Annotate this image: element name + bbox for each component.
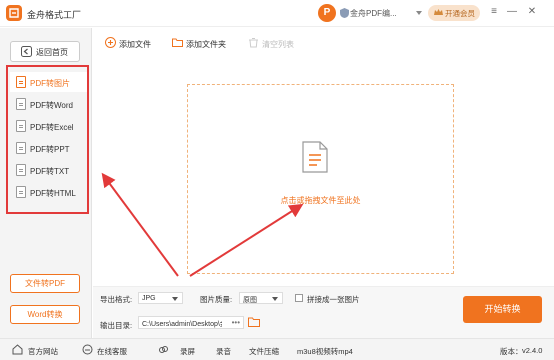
add-file-label: 添加文件 <box>119 40 151 49</box>
close-icon[interactable]: ✕ <box>526 6 538 18</box>
status-bar: 官方网站 在线客服 录屏 录音 文件压缩 m3u8视频转mp4 版本： v2.4… <box>0 338 554 360</box>
quality-label: 图片质量: <box>200 295 233 304</box>
file-drop-zone[interactable]: 点击或拖拽文件至此处 <box>187 84 454 274</box>
chevron-down-icon[interactable] <box>416 11 422 15</box>
plus-circle-icon <box>105 37 116 48</box>
open-folder-icon[interactable] <box>248 317 260 327</box>
crown-icon <box>434 9 443 15</box>
output-label: 输出目录: <box>100 321 133 330</box>
official-website-link[interactable]: 官方网站 <box>28 346 58 357</box>
sidebar-item-label: PDF转Excel <box>30 123 74 132</box>
word-convert-button[interactable]: Word转换 <box>10 305 80 324</box>
image-file-icon <box>16 76 26 88</box>
document-icon <box>302 141 328 173</box>
vip-label: 开通会员 <box>445 9 475 18</box>
html-file-icon <box>16 186 26 198</box>
merge-checkbox[interactable] <box>295 294 303 302</box>
file-to-pdf-button[interactable]: 文件转PDF <box>10 274 80 293</box>
sidebar-item-label: PDF转Word <box>30 101 73 110</box>
sidebar-item-label: PDF转HTML <box>30 189 76 198</box>
version-value: v2.4.0 <box>522 346 543 355</box>
quality-value: 原图 <box>243 297 257 304</box>
app-title: 金舟格式工厂 <box>27 10 82 20</box>
clear-list-label: 清空列表 <box>262 40 294 49</box>
home-icon <box>12 344 23 355</box>
headset-icon <box>82 344 93 355</box>
vip-button[interactable]: 开通会员 <box>428 5 480 21</box>
arrow-to-menu <box>101 172 179 277</box>
add-folder-label: 添加文件夹 <box>186 40 226 49</box>
sidebar-item-pdf-to-txt[interactable]: PDF转TXT <box>10 160 87 180</box>
app-logo-icon <box>6 5 22 21</box>
sidebar: 返回首页 PDF转图片 PDF转Word PDF转Excel PDF转PPT P… <box>0 28 92 338</box>
user-name[interactable]: 金舟PDF编... <box>350 8 397 19</box>
excel-file-icon <box>16 120 26 132</box>
chevron-down-icon <box>272 297 278 301</box>
sidebar-item-pdf-to-word[interactable]: PDF转Word <box>10 94 87 114</box>
ppt-file-icon <box>16 142 26 154</box>
drop-hint: 点击或拖拽文件至此处 <box>280 196 361 205</box>
sidebar-item-label: PDF转PPT <box>30 145 70 154</box>
format-label: 导出格式: <box>100 295 133 304</box>
output-path-value: C:\Users\admin\Desktop\金 <box>142 321 222 328</box>
home-button[interactable]: 返回首页 <box>10 41 80 62</box>
online-support-link[interactable]: 在线客服 <box>97 346 127 357</box>
conversion-menu: PDF转图片 PDF转Word PDF转Excel PDF转PPT PDF转TX… <box>6 65 89 214</box>
shield-icon <box>340 8 349 18</box>
m3u8-to-mp4-link[interactable]: m3u8视频转mp4 <box>297 346 353 357</box>
home-label: 返回首页 <box>36 48 68 57</box>
sidebar-item-pdf-to-excel[interactable]: PDF转Excel <box>10 116 87 136</box>
audio-record-link[interactable]: 录音 <box>216 346 231 357</box>
txt-file-icon <box>16 164 26 176</box>
title-bar: 金舟格式工厂 P 金舟PDF编... 开通会员 ≡ — ✕ <box>0 0 554 27</box>
user-avatar[interactable]: P <box>318 4 336 22</box>
browse-more-button[interactable]: ••• <box>232 318 240 327</box>
sidebar-item-pdf-to-html[interactable]: PDF转HTML <box>10 182 87 202</box>
link-icon <box>159 346 168 353</box>
trash-icon <box>249 38 258 48</box>
file-compress-link[interactable]: 文件压缩 <box>249 346 279 357</box>
start-convert-button[interactable]: 开始转换 <box>463 296 542 323</box>
minimize-icon[interactable]: — <box>506 6 518 18</box>
sidebar-item-pdf-to-ppt[interactable]: PDF转PPT <box>10 138 87 158</box>
back-icon <box>21 46 32 57</box>
sidebar-item-label: PDF转TXT <box>30 167 70 176</box>
screen-record-link[interactable]: 录屏 <box>180 346 195 357</box>
chevron-down-icon <box>172 297 178 301</box>
sidebar-item-pdf-to-image[interactable]: PDF转图片 <box>10 72 87 92</box>
word-file-icon <box>16 98 26 110</box>
output-path-field[interactable]: C:\Users\admin\Desktop\金 ••• <box>138 316 244 329</box>
folder-icon <box>172 38 183 47</box>
format-value: JPG <box>142 295 156 302</box>
quality-select[interactable]: 原图 <box>239 292 283 304</box>
format-select[interactable]: JPG <box>138 292 183 304</box>
sidebar-item-label: PDF转图片 <box>30 79 70 88</box>
version-label: 版本： <box>500 347 523 356</box>
menu-icon[interactable]: ≡ <box>488 6 500 18</box>
merge-label: 拼接成一张图片 <box>307 295 360 304</box>
